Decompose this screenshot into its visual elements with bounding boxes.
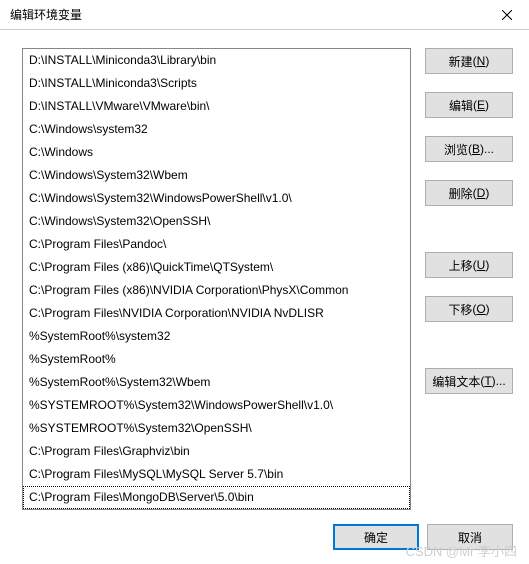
path-list-item[interactable]: %SystemRoot%\system32 xyxy=(23,325,410,348)
path-list-item[interactable]: %SYSTEMROOT%\System32\OpenSSH\ xyxy=(23,417,410,440)
path-list-item[interactable]: D:\INSTALL\Miniconda3\Library\bin xyxy=(23,49,410,72)
path-list-item[interactable]: %SystemRoot% xyxy=(23,348,410,371)
button-sidebar: 新建(N) 编辑(E) 浏览(B)... 删除(D) 上移(U) 下移(O) 编… xyxy=(425,48,513,510)
path-list-item[interactable]: C:\Windows\system32 xyxy=(23,118,410,141)
move-down-button[interactable]: 下移(O) xyxy=(425,296,513,322)
path-list-item[interactable]: %SystemRoot%\System32\Wbem xyxy=(23,371,410,394)
move-up-button[interactable]: 上移(U) xyxy=(425,252,513,278)
path-list-item[interactable]: C:\Windows xyxy=(23,141,410,164)
dialog-footer: 确定 取消 xyxy=(333,524,513,550)
path-list-item[interactable]: C:\Program Files\Graphviz\bin xyxy=(23,440,410,463)
path-list-item[interactable]: C:\Program Files\Pandoc\ xyxy=(23,233,410,256)
path-list-item[interactable]: C:\Program Files\MongoDB\Server\5.0\bin xyxy=(23,486,410,509)
delete-button[interactable]: 删除(D) xyxy=(425,180,513,206)
new-button[interactable]: 新建(N) xyxy=(425,48,513,74)
ok-button[interactable]: 确定 xyxy=(333,524,419,550)
path-list-item[interactable]: D:\INSTALL\VMware\VMware\bin\ xyxy=(23,95,410,118)
close-icon xyxy=(502,10,512,20)
cancel-button[interactable]: 取消 xyxy=(427,524,513,550)
title-bar: 编辑环境变量 xyxy=(0,0,529,30)
edit-text-button[interactable]: 编辑文本(T)... xyxy=(425,368,513,394)
path-list-item[interactable]: C:\Windows\System32\Wbem xyxy=(23,164,410,187)
path-list-item[interactable]: C:\Program Files (x86)\QuickTime\QTSyste… xyxy=(23,256,410,279)
path-list-item[interactable]: C:\Windows\System32\WindowsPowerShell\v1… xyxy=(23,187,410,210)
window-title: 编辑环境变量 xyxy=(10,6,82,23)
path-list[interactable]: D:\INSTALL\Miniconda3\Library\binD:\INST… xyxy=(22,48,411,510)
dialog-content: D:\INSTALL\Miniconda3\Library\binD:\INST… xyxy=(0,30,529,510)
path-list-item[interactable]: D:\INSTALL\Miniconda3\Scripts xyxy=(23,72,410,95)
path-list-item[interactable]: C:\Program Files\NVIDIA Corporation\NVID… xyxy=(23,302,410,325)
path-list-item[interactable]: C:\Windows\System32\OpenSSH\ xyxy=(23,210,410,233)
path-list-item[interactable]: C:\Program Files\MySQL\MySQL Server 5.7\… xyxy=(23,463,410,486)
path-list-item[interactable]: %SYSTEMROOT%\System32\WindowsPowerShell\… xyxy=(23,394,410,417)
edit-button[interactable]: 编辑(E) xyxy=(425,92,513,118)
browse-button[interactable]: 浏览(B)... xyxy=(425,136,513,162)
close-button[interactable] xyxy=(484,0,529,30)
path-list-item[interactable]: C:\Program Files (x86)\NVIDIA Corporatio… xyxy=(23,279,410,302)
